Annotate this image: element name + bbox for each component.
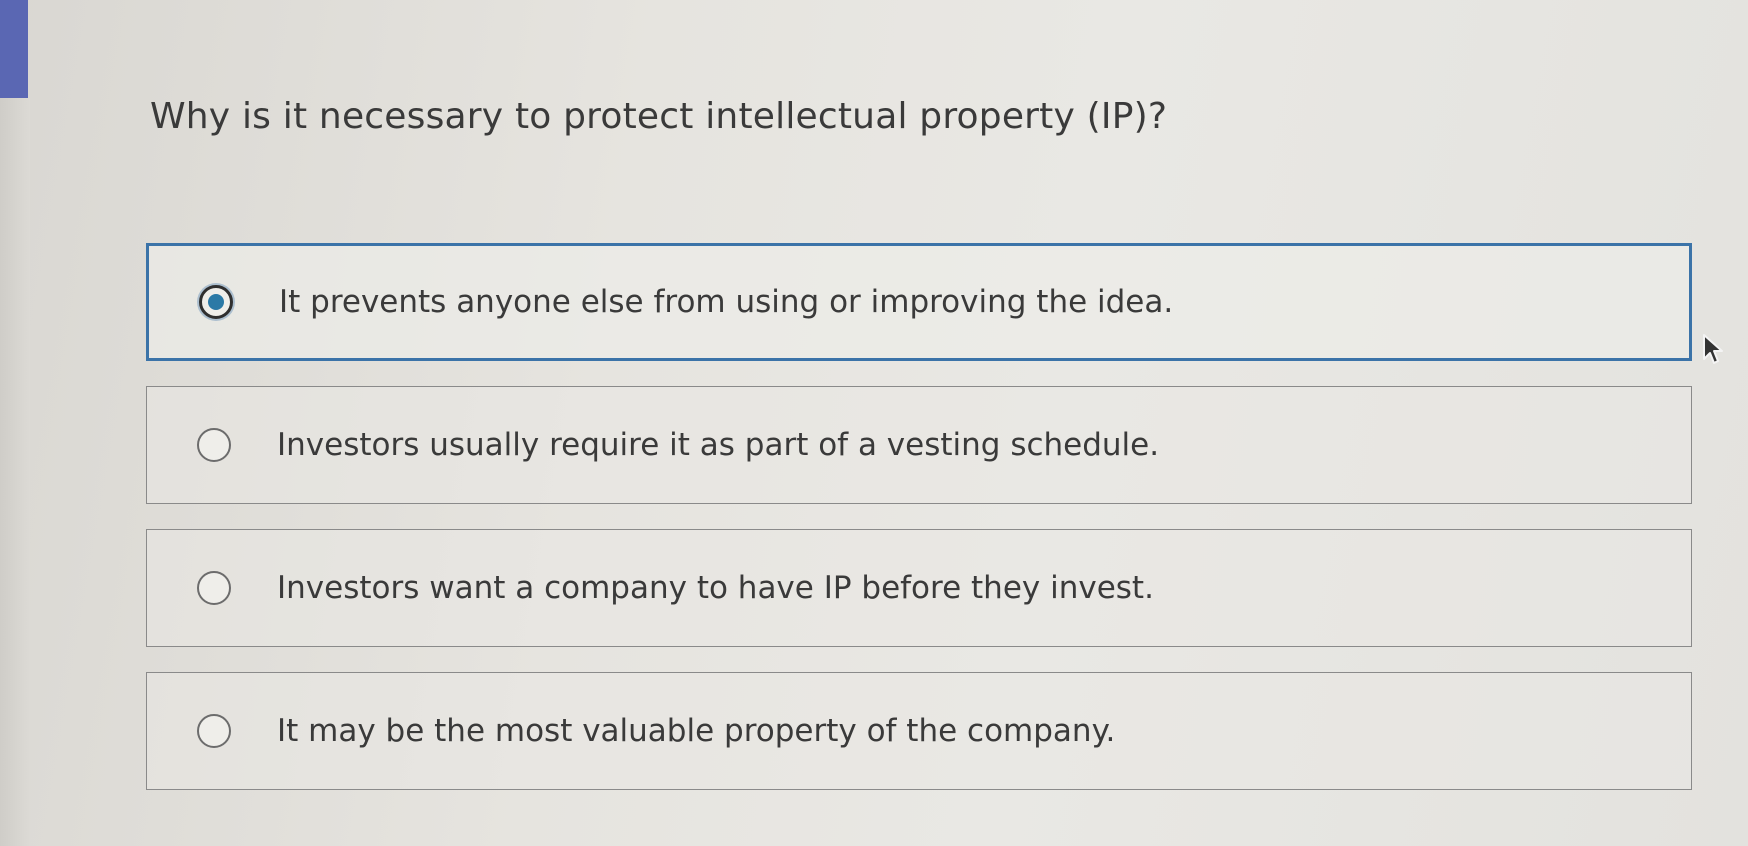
option-label: It may be the most valuable property of …: [277, 713, 1116, 749]
mouse-pointer-icon: [1703, 334, 1723, 364]
radio-button[interactable]: [197, 571, 231, 605]
radio-dot-icon: [208, 294, 224, 310]
left-edge: [0, 98, 30, 846]
answer-options: It prevents anyone else from using or im…: [146, 243, 1692, 815]
answer-option-2[interactable]: Investors usually require it as part of …: [146, 386, 1692, 504]
accent-bar: [0, 0, 28, 98]
option-label: Investors want a company to have IP befo…: [277, 570, 1154, 606]
question-text: Why is it necessary to protect intellect…: [150, 96, 1168, 137]
radio-button-selected[interactable]: [199, 285, 233, 319]
radio-button[interactable]: [197, 428, 231, 462]
radio-button[interactable]: [197, 714, 231, 748]
answer-option-3[interactable]: Investors want a company to have IP befo…: [146, 529, 1692, 647]
option-label: It prevents anyone else from using or im…: [279, 284, 1174, 320]
answer-option-1[interactable]: It prevents anyone else from using or im…: [146, 243, 1692, 361]
answer-option-4[interactable]: It may be the most valuable property of …: [146, 672, 1692, 790]
option-label: Investors usually require it as part of …: [277, 427, 1160, 463]
